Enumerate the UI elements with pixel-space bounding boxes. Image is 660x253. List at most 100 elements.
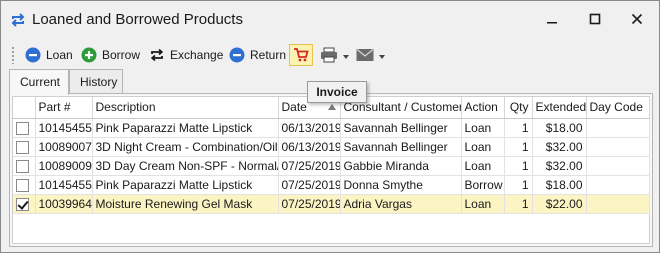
extended-cell: $18.00 (532, 175, 587, 195)
toolbar-grip[interactable] (11, 46, 15, 64)
description-cell: 3D Day Cream Non-SPF - Normal/Dry (92, 156, 279, 176)
part-cell: 10039964 (35, 194, 93, 214)
column-header-label: Date (281, 100, 307, 115)
part-cell: 10145455 (35, 175, 93, 195)
tab-label: History (80, 75, 118, 89)
column-header-action[interactable]: Action (461, 97, 505, 119)
row-checkbox[interactable] (16, 140, 29, 154)
column-header-description[interactable]: Description (92, 97, 279, 119)
description-cell: 3D Night Cream - Combination/Oily (92, 137, 279, 157)
row-select-cell[interactable] (13, 194, 36, 214)
tab-content-panel: Part # Description Date Consultant / Cus… (9, 93, 653, 247)
table-row-selected[interactable]: 10039964 Moisture Renewing Gel Mask 07/2… (13, 194, 650, 214)
day-code-cell (586, 137, 650, 157)
close-button[interactable] (622, 9, 652, 31)
row-select-cell[interactable] (13, 175, 36, 195)
tab-current[interactable]: Current (9, 69, 69, 95)
column-header-day-code[interactable]: Day Code (586, 97, 650, 119)
chevron-down-icon (379, 48, 385, 62)
minus-circle-icon (25, 47, 41, 63)
description-cell: Pink Paparazzi Matte Lipstick (92, 175, 279, 195)
print-dropdown-button[interactable] (318, 44, 351, 66)
column-header-qty[interactable]: Qty (504, 97, 533, 119)
qty-cell: 1 (504, 194, 533, 214)
borrow-button[interactable]: Borrow (79, 44, 142, 66)
column-header-select[interactable] (13, 97, 36, 119)
minimize-button[interactable] (537, 9, 567, 31)
date-cell: 07/25/2019 (278, 194, 341, 214)
extended-cell: $32.00 (532, 156, 587, 176)
shopping-cart-icon (293, 47, 309, 63)
envelope-icon (356, 48, 374, 62)
qty-cell: 1 (504, 156, 533, 176)
description-cell: Moisture Renewing Gel Mask (92, 194, 279, 214)
return-button[interactable]: Return (227, 44, 288, 66)
invoice-button[interactable] (289, 44, 313, 66)
row-checkbox[interactable] (16, 121, 29, 135)
part-cell: 10145455 (35, 118, 93, 138)
action-cell: Loan (461, 156, 505, 176)
row-checkbox-checked[interactable] (16, 197, 29, 211)
products-grid: Part # Description Date Consultant / Cus… (12, 96, 650, 244)
extended-cell: $32.00 (532, 137, 587, 157)
action-cell: Loan (461, 137, 505, 157)
row-select-cell[interactable] (13, 137, 36, 157)
maximize-icon (589, 13, 601, 28)
products-table: Part # Description Date Consultant / Cus… (13, 97, 650, 214)
table-row[interactable]: 10089007 3D Night Cream - Combination/Oi… (13, 137, 650, 157)
column-header-part[interactable]: Part # (35, 97, 93, 119)
row-checkbox[interactable] (16, 178, 29, 192)
exchange-icon (149, 47, 165, 63)
action-cell: Loan (461, 194, 505, 214)
exchange-label: Exchange (170, 48, 224, 62)
column-header-extended[interactable]: Extended (532, 97, 587, 119)
tab-label: Current (20, 75, 61, 89)
title-bar: Loaned and Borrowed Products (1, 1, 659, 39)
close-icon (631, 13, 643, 28)
day-code-cell (586, 194, 650, 214)
date-cell: 07/25/2019 (278, 175, 341, 195)
table-row[interactable]: 10145455 Pink Paparazzi Matte Lipstick 0… (13, 175, 650, 195)
extended-cell: $22.00 (532, 194, 587, 214)
date-cell: 06/13/2019 (278, 118, 341, 138)
action-cell: Borrow (461, 175, 505, 195)
consultant-cell: Donna Smythe (340, 175, 462, 195)
return-label: Return (250, 48, 287, 62)
part-cell: 10089009 (35, 156, 93, 176)
date-cell: 07/25/2019 (278, 156, 341, 176)
minus-circle-icon (229, 47, 245, 63)
day-code-cell (586, 118, 650, 138)
minimize-icon (546, 13, 558, 28)
borrow-label: Borrow (102, 48, 141, 62)
email-dropdown-button[interactable] (354, 44, 387, 66)
consultant-cell: Gabbie Miranda (340, 156, 462, 176)
chevron-down-icon (343, 48, 349, 62)
qty-cell: 1 (504, 118, 533, 138)
part-cell: 10089007 (35, 137, 93, 157)
consultant-cell: Adria Vargas (340, 194, 462, 214)
sort-ascending-icon (327, 104, 336, 110)
day-code-cell (586, 156, 650, 176)
loop-arrows-icon (10, 12, 26, 28)
consultant-cell: Savannah Bellinger (340, 137, 462, 157)
qty-cell: 1 (504, 137, 533, 157)
loan-button[interactable]: Loan (23, 44, 75, 66)
description-cell: Pink Paparazzi Matte Lipstick (92, 118, 279, 138)
row-select-cell[interactable] (13, 156, 36, 176)
row-select-cell[interactable] (13, 118, 36, 138)
tab-history[interactable]: History (69, 69, 123, 94)
maximize-button[interactable] (580, 9, 610, 31)
consultant-cell: Savannah Bellinger (340, 118, 462, 138)
row-checkbox[interactable] (16, 159, 29, 173)
loan-label: Loan (46, 48, 73, 62)
plus-circle-icon (81, 47, 97, 63)
printer-icon (320, 47, 338, 63)
products-window: Loaned and Borrowed Products Loan Borrow… (0, 0, 660, 253)
date-cell: 06/13/2019 (278, 137, 341, 157)
invoice-tooltip: Invoice (307, 81, 367, 103)
exchange-button[interactable]: Exchange (147, 44, 225, 66)
table-row[interactable]: 10089009 3D Day Cream Non-SPF - Normal/D… (13, 156, 650, 176)
table-row[interactable]: 10145455 Pink Paparazzi Matte Lipstick 0… (13, 118, 650, 138)
extended-cell: $18.00 (532, 118, 587, 138)
day-code-cell (586, 175, 650, 195)
